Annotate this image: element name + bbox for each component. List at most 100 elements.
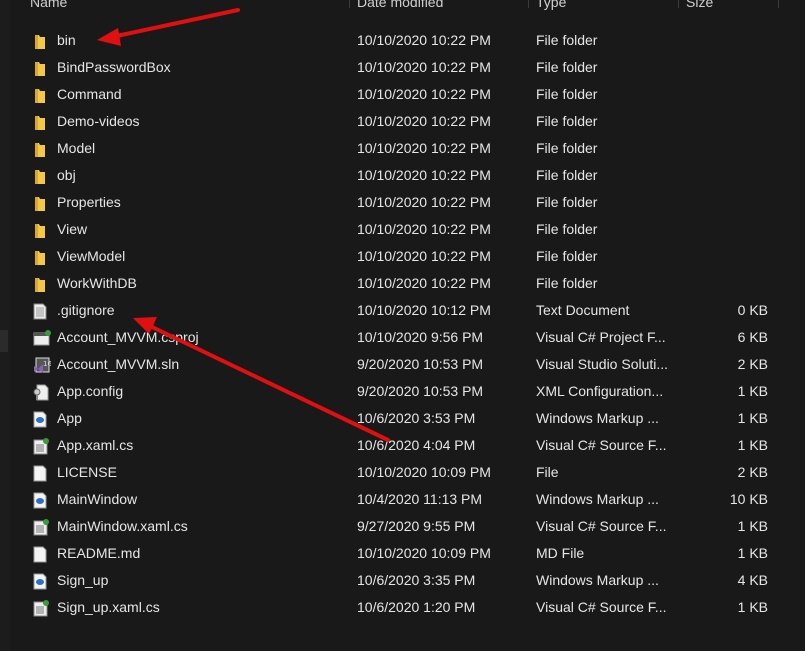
file-type: Visual C# Project F...	[536, 329, 666, 345]
file-type: File folder	[536, 167, 598, 183]
file-name: WorkWithDB	[57, 275, 137, 291]
file-size: 1 KB	[737, 437, 768, 453]
folder-icon	[33, 194, 47, 211]
file-size: 1 KB	[737, 518, 768, 534]
file-name: Model	[57, 140, 96, 156]
column-type[interactable]: Type	[536, 0, 566, 18]
file-date-modified: 10/10/2020 10:22 PM	[357, 86, 491, 102]
file-name: Command	[57, 86, 122, 102]
file-row[interactable]: Command 10/10/2020 10:22 PM File folder	[0, 81, 780, 108]
file-row[interactable]: App 10/6/2020 3:53 PM Windows Markup ... 1 …	[0, 405, 780, 432]
file-name: App.config	[57, 383, 124, 399]
file-date-modified: 10/10/2020 10:22 PM	[357, 194, 491, 210]
folder-icon	[33, 167, 47, 184]
file-list: bin 10/10/2020 10:22 PM File folder BindPas…	[0, 27, 780, 621]
file-date-modified: 10/10/2020 9:56 PM	[357, 329, 484, 345]
file-date-modified: 10/10/2020 10:09 PM	[357, 545, 491, 561]
folder-icon	[33, 275, 47, 292]
column-separator[interactable]	[349, 0, 350, 8]
file-type: File folder	[536, 221, 598, 237]
file-type: File folder	[536, 32, 598, 48]
file-name: .gitignore	[57, 302, 115, 318]
file-type: File	[536, 464, 559, 480]
file-type: File folder	[536, 194, 598, 210]
column-separator[interactable]	[528, 0, 529, 8]
file-size: 2 KB	[737, 356, 768, 372]
file-date-modified: 9/20/2020 10:53 PM	[357, 383, 484, 399]
file-name: obj	[57, 167, 76, 183]
file-date-modified: 10/10/2020 10:22 PM	[357, 221, 491, 237]
file-row[interactable]: MainWindow 10/4/2020 11:13 PM Windows Mark…	[0, 486, 780, 513]
file-type: Visual Studio Soluti...	[536, 356, 669, 372]
file-type: File folder	[536, 86, 598, 102]
folder-icon	[33, 140, 47, 157]
file-row[interactable]: App.config 9/20/2020 10:53 PM XML Configur…	[0, 378, 780, 405]
file-name: bin	[57, 32, 76, 48]
file-date-modified: 10/6/2020 3:53 PM	[357, 410, 476, 426]
file-type: File folder	[536, 113, 598, 129]
file-row[interactable]: 16 Account_MVVM.sln 9/20/2020 10:53 PM Visu…	[0, 351, 780, 378]
column-name[interactable]: Name	[30, 0, 67, 18]
folder-icon	[33, 32, 47, 49]
file-icon	[33, 464, 47, 482]
folder-icon	[33, 59, 47, 76]
file-row[interactable]: README.md 10/10/2020 10:09 PM MD File 1 KB	[0, 540, 780, 567]
text-icon	[33, 302, 47, 320]
file-name: README.md	[57, 545, 141, 561]
file-row[interactable]: .gitignore 10/10/2020 10:12 PM Text Docume…	[0, 297, 780, 324]
file-name: Demo-videos	[57, 113, 140, 129]
file-name: Properties	[57, 194, 121, 210]
file-date-modified: 10/10/2020 10:22 PM	[357, 275, 491, 291]
column-separator[interactable]	[778, 0, 779, 8]
file-type: Windows Markup ...	[536, 491, 659, 507]
sln-icon: 16	[33, 356, 52, 373]
file-date-modified: 10/6/2020 3:35 PM	[357, 572, 476, 588]
column-date-modified[interactable]: Date modified	[357, 0, 443, 18]
folder-icon	[33, 86, 47, 103]
file-name: View	[57, 221, 88, 237]
file-type: Text Document	[536, 302, 630, 318]
file-type: File folder	[536, 275, 598, 291]
file-name: MainWindow.xaml.cs	[57, 518, 188, 534]
file-date-modified: 10/10/2020 10:22 PM	[357, 32, 491, 48]
file-row[interactable]: ViewModel 10/10/2020 10:22 PM File folder	[0, 243, 780, 270]
file-date-modified: 10/6/2020 1:20 PM	[357, 599, 476, 615]
file-size: 1 KB	[737, 410, 768, 426]
file-row[interactable]: Sign_up 10/6/2020 3:35 PM Windows Markup .…	[0, 567, 780, 594]
csproj-icon	[33, 329, 51, 346]
file-row[interactable]: Account_MVVM.csproj 10/10/2020 9:56 PM Vis…	[0, 324, 780, 351]
file-date-modified: 10/10/2020 10:22 PM	[357, 140, 491, 156]
file-row[interactable]: Properties 10/10/2020 10:22 PM File folder	[0, 189, 780, 216]
file-name: LICENSE	[57, 464, 117, 480]
file-type: File folder	[536, 140, 598, 156]
file-row[interactable]: bin 10/10/2020 10:22 PM File folder	[0, 27, 780, 54]
file-date-modified: 10/10/2020 10:09 PM	[357, 464, 491, 480]
file-row[interactable]: App.xaml.cs 10/6/2020 4:04 PM Visual C# So…	[0, 432, 780, 459]
file-row[interactable]: LICENSE 10/10/2020 10:09 PM File 2 KB	[0, 459, 780, 486]
file-row[interactable]: obj 10/10/2020 10:22 PM File folder	[0, 162, 780, 189]
xaml-icon	[33, 410, 47, 428]
file-row[interactable]: Model 10/10/2020 10:22 PM File folder	[0, 135, 780, 162]
file-row[interactable]: WorkWithDB 10/10/2020 10:22 PM File folder	[0, 270, 780, 297]
file-size: 2 KB	[737, 464, 768, 480]
xaml-icon	[33, 572, 47, 590]
file-name: BindPasswordBox	[57, 59, 171, 75]
file-date-modified: 9/27/2020 9:55 PM	[357, 518, 476, 534]
cs-icon	[33, 599, 49, 617]
svg-text:16: 16	[43, 360, 51, 368]
file-date-modified: 10/10/2020 10:22 PM	[357, 59, 491, 75]
config-icon	[33, 383, 49, 401]
file-name: Sign_up.xaml.cs	[57, 599, 160, 615]
file-row[interactable]: MainWindow.xaml.cs 9/27/2020 9:55 PM Visua…	[0, 513, 780, 540]
column-separator[interactable]	[678, 0, 679, 8]
file-name: Sign_up	[57, 572, 109, 588]
file-size: 1 KB	[737, 383, 768, 399]
file-row[interactable]: Sign_up.xaml.cs 10/6/2020 1:20 PM Visual C…	[0, 594, 780, 621]
file-date-modified: 9/20/2020 10:53 PM	[357, 356, 484, 372]
column-header: Name Date modified Type Size	[0, 0, 805, 18]
file-row[interactable]: View 10/10/2020 10:22 PM File folder	[0, 216, 780, 243]
file-row[interactable]: BindPasswordBox 10/10/2020 10:22 PM File f…	[0, 54, 780, 81]
column-size[interactable]: Size	[686, 0, 713, 18]
file-row[interactable]: Demo-videos 10/10/2020 10:22 PM File folde…	[0, 108, 780, 135]
file-name: Account_MVVM.sln	[57, 356, 180, 372]
